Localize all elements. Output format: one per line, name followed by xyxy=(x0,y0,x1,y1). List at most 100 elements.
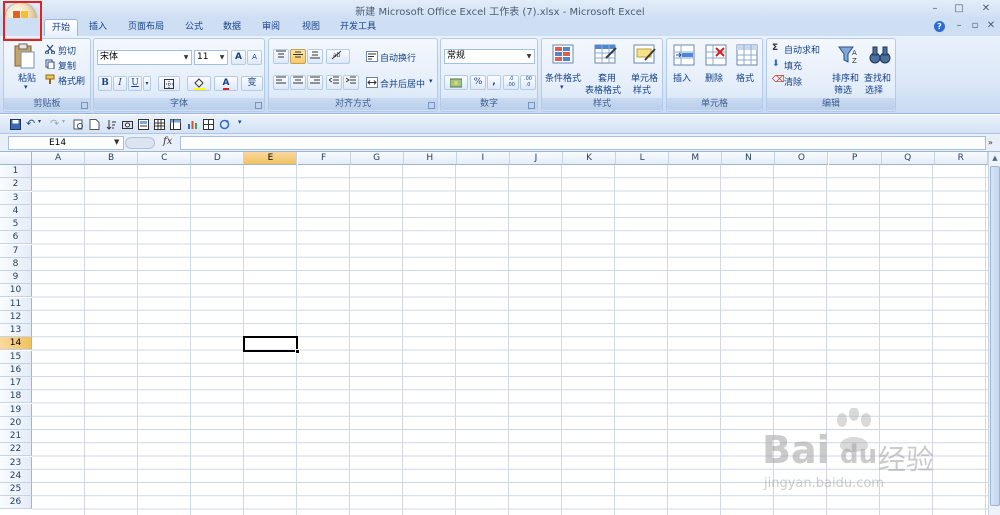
row-header[interactable]: 21 xyxy=(0,430,32,444)
row-header[interactable]: 8 xyxy=(0,257,32,271)
expand-formula-bar-icon[interactable]: » xyxy=(988,138,993,147)
undo-dropdown-icon[interactable]: ▾ xyxy=(38,118,41,125)
orientation-button[interactable]: ab xyxy=(326,49,350,64)
column-header[interactable]: C xyxy=(138,152,192,165)
column-header[interactable]: A xyxy=(32,152,86,165)
row-header[interactable]: 15 xyxy=(0,350,32,364)
minimize-button[interactable]: – xyxy=(926,0,944,17)
bold-button[interactable]: B xyxy=(98,76,112,91)
underline-dropdown-icon[interactable]: ▾ xyxy=(143,76,151,91)
tab-data[interactable]: 数据 xyxy=(216,19,248,36)
save-icon[interactable] xyxy=(10,119,21,130)
doc-close-button[interactable]: ✕ xyxy=(982,17,1000,34)
column-header[interactable]: M xyxy=(669,152,723,165)
worksheet-grid[interactable]: ABCDEFGHIJKLMNOPQR 1 2 3 4 5 6 7 8 9 10 11 12 13 14 15… xyxy=(0,152,988,515)
clipboard-launcher-icon[interactable] xyxy=(81,102,88,109)
fill-button[interactable]: 填充 xyxy=(784,59,802,72)
tab-formulas[interactable]: 公式 xyxy=(178,19,210,36)
pivot-icon[interactable] xyxy=(170,119,181,130)
insert-cells-button[interactable]: 插入 xyxy=(673,71,691,84)
row-header[interactable]: 14 xyxy=(0,337,32,351)
row-header[interactable]: 26 xyxy=(0,496,32,510)
column-header[interactable]: O xyxy=(775,152,829,165)
copy-button[interactable]: 复制 xyxy=(58,59,76,72)
accounting-format-button[interactable] xyxy=(444,75,468,90)
font-launcher-icon[interactable] xyxy=(255,102,262,109)
font-color-button[interactable]: A xyxy=(214,76,238,91)
row-header[interactable]: 22 xyxy=(0,443,32,457)
align-bottom-button[interactable] xyxy=(307,49,323,64)
sort-icon[interactable] xyxy=(106,119,117,130)
column-header[interactable]: L xyxy=(616,152,670,165)
formula-input[interactable] xyxy=(180,136,986,150)
undo-icon[interactable]: ↶ xyxy=(26,117,35,130)
grow-font-button[interactable]: A xyxy=(231,50,246,65)
fill-color-button[interactable] xyxy=(187,76,211,91)
insert-function-icon[interactable]: fx xyxy=(163,136,172,147)
column-header[interactable]: I xyxy=(456,152,510,165)
row-header[interactable]: 1 xyxy=(0,165,32,179)
decrease-indent-button[interactable] xyxy=(326,75,342,90)
column-header[interactable]: G xyxy=(350,152,404,165)
phonetic-button[interactable]: 变 xyxy=(241,76,263,91)
row-header[interactable]: 24 xyxy=(0,469,32,483)
paste-dropdown-icon[interactable]: ▾ xyxy=(24,83,28,91)
row-header[interactable]: 2 xyxy=(0,178,32,192)
autosum-button[interactable]: 自动求和 xyxy=(784,43,820,56)
row-header[interactable]: 10 xyxy=(0,284,32,298)
redo-icon[interactable]: ↷ xyxy=(50,117,59,130)
column-header[interactable]: P xyxy=(828,152,882,165)
row-header[interactable]: 23 xyxy=(0,456,32,470)
refresh-icon[interactable] xyxy=(219,119,230,130)
percent-button[interactable]: % xyxy=(470,75,486,90)
column-header[interactable]: R xyxy=(934,152,988,165)
shrink-font-button[interactable]: A xyxy=(247,50,262,65)
borders-button[interactable] xyxy=(158,76,180,91)
comma-button[interactable]: , xyxy=(487,75,501,90)
column-header[interactable]: B xyxy=(85,152,139,165)
row-header[interactable]: 7 xyxy=(0,244,32,258)
merge-center-button[interactable]: 合并后居中 xyxy=(380,77,425,90)
cut-icon[interactable] xyxy=(45,44,55,54)
formula-divider-handle[interactable] xyxy=(125,137,155,149)
camera-icon[interactable] xyxy=(122,119,133,130)
number-format-select[interactable]: 常规 ▼ xyxy=(444,49,535,64)
grid-icon[interactable] xyxy=(203,119,214,130)
row-header[interactable]: 13 xyxy=(0,324,32,338)
alignment-launcher-icon[interactable] xyxy=(428,102,435,109)
format-painter-icon[interactable] xyxy=(45,74,55,84)
cell-styles-line2[interactable]: 样式 xyxy=(633,83,651,96)
align-right-button[interactable] xyxy=(307,75,323,90)
vertical-scrollbar[interactable]: ▲ xyxy=(988,152,1000,515)
row-header[interactable]: 17 xyxy=(0,377,32,391)
sort-filter-line2[interactable]: 筛选 xyxy=(834,83,852,96)
scroll-up-icon[interactable]: ▲ xyxy=(990,153,1000,164)
tab-view[interactable]: 视图 xyxy=(295,19,327,36)
decrease-decimal-button[interactable]: .00 .0 xyxy=(520,75,536,90)
row-header[interactable]: 16 xyxy=(0,363,32,377)
column-header[interactable]: D xyxy=(191,152,245,165)
wrap-text-button[interactable]: 自动换行 xyxy=(380,51,416,64)
close-button[interactable]: ✕ xyxy=(974,0,998,17)
font-size-select[interactable]: 11 ▼ xyxy=(194,50,228,65)
name-box-dropdown-icon[interactable]: ▼ xyxy=(114,138,119,146)
name-box[interactable]: E14 xyxy=(8,136,124,150)
new-document-icon[interactable] xyxy=(89,119,100,130)
merge-dropdown-icon[interactable]: ▾ xyxy=(429,77,433,85)
cut-button[interactable]: 剪切 xyxy=(58,44,76,57)
column-header[interactable]: Q xyxy=(881,152,935,165)
tab-home[interactable]: 开始 xyxy=(44,19,78,36)
tab-insert[interactable]: 插入 xyxy=(82,19,114,36)
underline-button[interactable]: U xyxy=(128,76,142,91)
row-header[interactable]: 12 xyxy=(0,310,32,324)
form-icon[interactable] xyxy=(138,119,149,130)
column-header[interactable]: J xyxy=(509,152,563,165)
format-painter-button[interactable]: 格式刷 xyxy=(58,74,85,87)
align-center-button[interactable] xyxy=(290,75,306,90)
increase-indent-button[interactable] xyxy=(343,75,359,90)
column-header[interactable]: F xyxy=(297,152,351,165)
delete-cells-button[interactable]: 删除 xyxy=(705,71,723,84)
row-header[interactable]: 19 xyxy=(0,403,32,417)
redo-dropdown-icon[interactable]: ▾ xyxy=(62,118,65,125)
row-header[interactable]: 6 xyxy=(0,231,32,245)
